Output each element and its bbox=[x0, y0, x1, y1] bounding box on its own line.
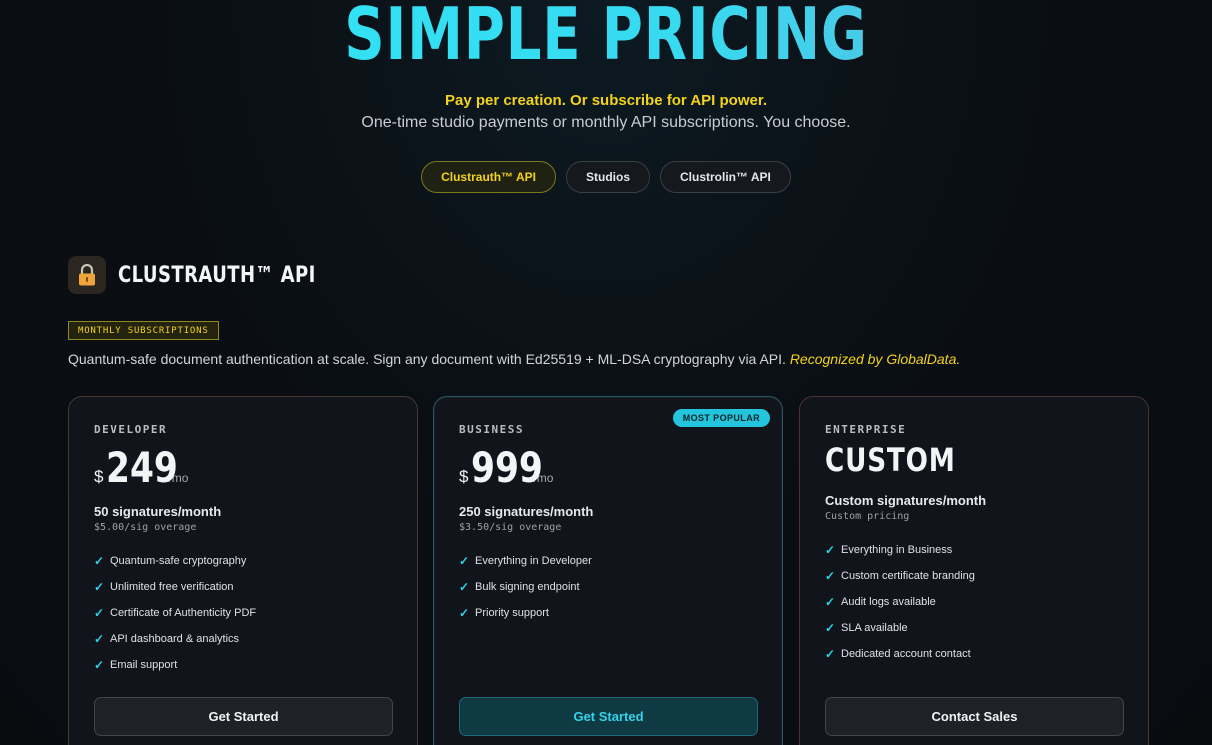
plan-tier: ENTERPRISE bbox=[825, 423, 907, 436]
subscription-type-pill: MONTHLY SUBSCRIPTIONS bbox=[68, 321, 219, 340]
feature-text: Everything in Developer bbox=[475, 555, 592, 567]
feature-item: ✓ Bulk signing endpoint bbox=[459, 574, 592, 600]
feature-item: ✓ Priority support bbox=[459, 600, 592, 626]
section-title: CLUSTRAUTH™ API bbox=[118, 262, 316, 288]
check-icon: ✓ bbox=[94, 658, 105, 672]
check-icon: ✓ bbox=[825, 621, 836, 635]
description-text: Quantum-safe document authentication at … bbox=[68, 351, 786, 367]
recognition-link[interactable]: Recognized by GlobalData. bbox=[790, 351, 960, 367]
feature-text: Audit logs available bbox=[841, 596, 936, 608]
feature-item: ✓ Everything in Business bbox=[825, 537, 975, 563]
feature-item: ✓ Everything in Developer bbox=[459, 548, 592, 574]
check-icon: ✓ bbox=[459, 580, 470, 594]
check-icon: ✓ bbox=[825, 569, 836, 583]
get-started-button[interactable]: Get Started bbox=[459, 697, 758, 736]
feature-list: ✓ Everything in Developer ✓ Bulk signing e… bbox=[459, 548, 592, 626]
feature-text: Quantum-safe cryptography bbox=[110, 555, 247, 567]
plan-price: $ 249 /mo bbox=[94, 443, 188, 492]
feature-list: ✓ Everything in Business ✓ Custom certific… bbox=[825, 537, 975, 667]
plan-price-custom: CUSTOM bbox=[825, 441, 956, 479]
feature-item: ✓ Certificate of Authenticity PDF bbox=[94, 600, 256, 626]
price-currency: $ bbox=[459, 467, 469, 486]
plan-tier: DEVELOPER bbox=[94, 423, 168, 436]
feature-item: ✓ Dedicated account contact bbox=[825, 641, 975, 667]
price-currency: $ bbox=[94, 467, 104, 486]
hero-subtitle: One-time studio payments or monthly API … bbox=[361, 114, 851, 131]
feature-item: ✓ Quantum-safe cryptography bbox=[94, 548, 256, 574]
plan-signatures: 250 signatures/month bbox=[459, 504, 594, 519]
check-icon: ✓ bbox=[825, 543, 836, 557]
feature-item: ✓ Custom certificate branding bbox=[825, 563, 975, 589]
check-icon: ✓ bbox=[94, 580, 105, 594]
check-icon: ✓ bbox=[94, 554, 105, 568]
hero-tagline: Pay per creation. Or subscribe for API p… bbox=[444, 92, 768, 109]
most-popular-badge: MOST POPULAR bbox=[672, 409, 770, 427]
check-icon: ✓ bbox=[825, 647, 836, 661]
feature-text: Email support bbox=[110, 659, 178, 671]
feature-text: SLA available bbox=[841, 622, 908, 634]
plan-overage: Custom pricing bbox=[825, 511, 910, 522]
price-amount: 249 bbox=[106, 443, 179, 492]
feature-text: Dedicated account contact bbox=[841, 648, 971, 660]
feature-text: Everything in Business bbox=[841, 544, 953, 556]
feature-item: ✓ API dashboard & analytics bbox=[94, 626, 256, 652]
plan-card-business: MOST POPULAR BUSINESS $ 999 /mo 250 sign… bbox=[433, 396, 783, 745]
pricing-tabs: Clustrauth™ API Studios Clustrolin™ API bbox=[0, 161, 1212, 193]
hero-title: SIMPLE PRICING bbox=[133, 0, 1078, 74]
feature-text: Certificate of Authenticity PDF bbox=[110, 607, 257, 619]
feature-item: ✓ Audit logs available bbox=[825, 589, 975, 615]
feature-text: Bulk signing endpoint bbox=[475, 581, 580, 593]
lock-icon bbox=[68, 256, 106, 294]
contact-sales-button[interactable]: Contact Sales bbox=[825, 697, 1124, 736]
plan-card-enterprise: ENTERPRISE CUSTOM Custom signatures/mont… bbox=[799, 396, 1149, 745]
section-description: Quantum-safe document authentication at … bbox=[68, 351, 960, 367]
feature-text: API dashboard & analytics bbox=[110, 633, 240, 645]
feature-text: Priority support bbox=[475, 607, 549, 619]
tab-clustrolin-api[interactable]: Clustrolin™ API bbox=[660, 161, 791, 193]
feature-text: Custom certificate branding bbox=[841, 570, 975, 582]
check-icon: ✓ bbox=[94, 632, 105, 646]
check-icon: ✓ bbox=[459, 606, 470, 620]
get-started-button[interactable]: Get Started bbox=[94, 697, 393, 736]
check-icon: ✓ bbox=[825, 595, 836, 609]
feature-item: ✓ Unlimited free verification bbox=[94, 574, 256, 600]
tab-studios[interactable]: Studios bbox=[566, 161, 650, 193]
plan-signatures: 50 signatures/month bbox=[94, 504, 222, 519]
price-amount: 999 bbox=[471, 443, 544, 492]
check-icon: ✓ bbox=[459, 554, 470, 568]
plan-card-developer: DEVELOPER $ 249 /mo 50 signatures/month … bbox=[68, 396, 418, 745]
feature-item: ✓ Email support bbox=[94, 652, 256, 678]
plan-tier: BUSINESS bbox=[459, 423, 524, 436]
plan-overage: $5.00/sig overage bbox=[94, 522, 197, 533]
feature-item: ✓ SLA available bbox=[825, 615, 975, 641]
plan-overage: $3.50/sig overage bbox=[459, 522, 562, 533]
check-icon: ✓ bbox=[94, 606, 105, 620]
tab-clustrauth-api[interactable]: Clustrauth™ API bbox=[421, 161, 556, 193]
plan-price: $ 999 /mo bbox=[459, 443, 553, 492]
feature-list: ✓ Quantum-safe cryptography ✓ Unlimited fr… bbox=[94, 548, 256, 678]
section-header: CLUSTRAUTH™ API bbox=[68, 256, 359, 294]
feature-text: Unlimited free verification bbox=[110, 581, 234, 593]
plan-signatures: Custom signatures/month bbox=[825, 493, 987, 508]
